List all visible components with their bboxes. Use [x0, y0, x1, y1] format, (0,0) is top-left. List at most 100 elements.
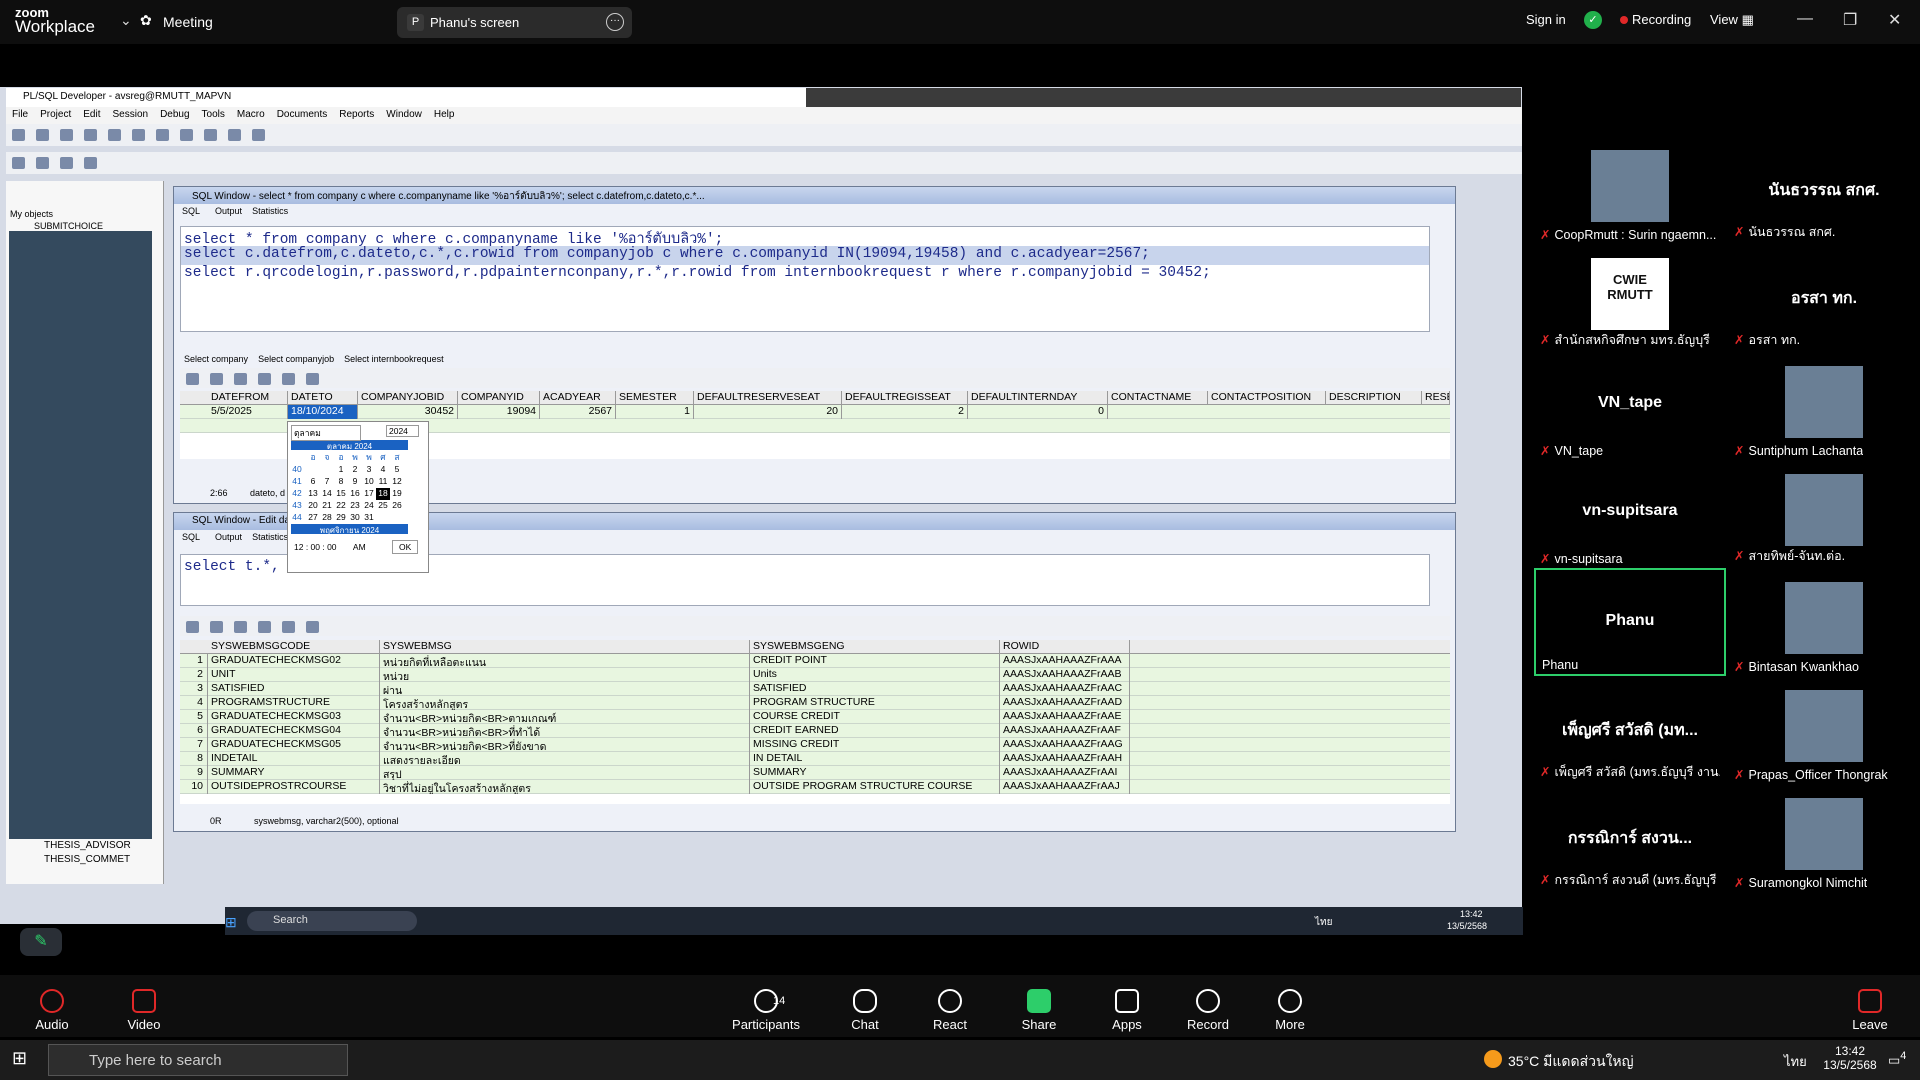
cell[interactable]: GRADUATECHECKMSG04: [208, 724, 380, 738]
find-icon[interactable]: [204, 129, 217, 141]
taskbar-lang[interactable]: ไทย: [1315, 915, 1332, 930]
view-button[interactable]: View ▦: [1710, 12, 1754, 28]
grid-menu-icon[interactable]: [186, 373, 199, 385]
calendar-day[interactable]: 15: [334, 488, 348, 500]
cell[interactable]: AAASJxAAHAAAZFrAAH: [1000, 752, 1130, 766]
col-header[interactable]: DEFAULTINTERNDAY: [968, 391, 1108, 405]
calendar-day[interactable]: 7: [320, 476, 334, 488]
result-tab[interactable]: Select company: [184, 354, 248, 364]
meeting-label[interactable]: Meeting: [163, 14, 213, 30]
menu-file[interactable]: File: [12, 109, 28, 120]
add-row-icon[interactable]: [234, 373, 247, 385]
calendar-day[interactable]: 10: [362, 476, 376, 488]
commit-icon[interactable]: [36, 157, 49, 169]
calendar-day[interactable]: [376, 512, 390, 524]
tab-output[interactable]: Output: [215, 532, 242, 542]
participant-tile[interactable]: ✗ สายทิพย์-จันท.ต่อ.: [1728, 460, 1920, 568]
menu-project[interactable]: Project: [40, 109, 71, 120]
audio-button[interactable]: Audio: [12, 975, 92, 1032]
export-icon[interactable]: [306, 373, 319, 385]
windows-start-icon[interactable]: ⊞: [12, 1048, 27, 1069]
cell[interactable]: AAASJxAAHAAAZFrAAE: [1000, 710, 1130, 724]
more-options-icon[interactable]: ···: [606, 13, 624, 31]
tab-sql[interactable]: SQL: [182, 206, 200, 216]
result-tab[interactable]: Select companyjob: [258, 354, 334, 364]
cell[interactable]: CREDIT POINT: [750, 654, 1000, 668]
cell[interactable]: UNIT: [208, 668, 380, 682]
menu-debug[interactable]: Debug: [160, 109, 189, 120]
cell-selected[interactable]: 18/10/2024: [288, 405, 358, 419]
help-icon[interactable]: [84, 157, 97, 169]
table-row[interactable]: 5 GRADUATECHECKMSG03 จำนวน<BR>หน่วยกิต<BR>…: [180, 710, 1450, 724]
calendar-day[interactable]: 6: [306, 476, 320, 488]
menu-edit[interactable]: Edit: [83, 109, 100, 120]
calendar-day[interactable]: 2: [348, 464, 362, 476]
cell[interactable]: MISSING CREDIT: [750, 738, 1000, 752]
calendar-day[interactable]: 18: [376, 488, 390, 500]
cell[interactable]: 30452: [358, 405, 458, 419]
cell[interactable]: PROGRAM STRUCTURE: [750, 696, 1000, 710]
col-header[interactable]: SEMESTER: [616, 391, 694, 405]
cell[interactable]: หน่วย: [380, 668, 750, 682]
cell[interactable]: GRADUATECHECKMSG05: [208, 738, 380, 752]
cell[interactable]: AAASJxAAHAAAZFrAAD: [1000, 696, 1130, 710]
cell[interactable]: 2567: [540, 405, 616, 419]
connect-icon[interactable]: [12, 157, 25, 169]
cell[interactable]: OUTSIDEPROSTRCOURSE: [208, 780, 380, 794]
cell[interactable]: COURSE CREDIT: [750, 710, 1000, 724]
calendar-day[interactable]: 3: [362, 464, 376, 476]
result-tab[interactable]: Select internbookrequest: [344, 354, 444, 364]
lock-icon[interactable]: [210, 373, 223, 385]
delete-row-icon[interactable]: [258, 621, 271, 633]
col-header[interactable]: COMPANYID: [458, 391, 540, 405]
menu-reports[interactable]: Reports: [339, 109, 374, 120]
menu-documents[interactable]: Documents: [277, 109, 328, 120]
annotate-pen-icon[interactable]: ✎: [20, 928, 62, 956]
participant-tile[interactable]: Phanu Phanu: [1534, 568, 1726, 676]
month-select[interactable]: ตุลาคม: [291, 425, 361, 441]
object-item[interactable]: SUBMITCHOICE: [6, 219, 163, 231]
participant-tile[interactable]: เพ็ญศรี สวัสดิ (มท... ✗ เพ็ญศรี สวัสดิ (มท…: [1534, 676, 1726, 784]
table-row[interactable]: 5/5/2025 18/10/2024 30452 19094 2567 1 2…: [180, 405, 1450, 419]
calendar-day[interactable]: 5: [390, 464, 404, 476]
restore-icon[interactable]: ❐: [1843, 10, 1857, 30]
print-icon[interactable]: [84, 129, 97, 141]
table-row[interactable]: 6 GRADUATECHECKMSG04 จำนวน<BR>หน่วยกิต<BR>…: [180, 724, 1450, 738]
taskbar-search[interactable]: Search: [247, 911, 417, 931]
cell[interactable]: วิชาที่ไม่อยู่ในโครงสร้างหลักสูตร: [380, 780, 750, 794]
cell[interactable]: CREDIT EARNED: [750, 724, 1000, 738]
object-item[interactable]: THESIS_ADVISOR: [44, 840, 131, 851]
cell[interactable]: AAASJxAAHAAAZFrAAF: [1000, 724, 1130, 738]
new-icon[interactable]: [12, 129, 25, 141]
cell[interactable]: 0: [968, 405, 1108, 419]
cell[interactable]: GRADUATECHECKMSG03: [208, 710, 380, 724]
cell[interactable]: แสดงรายละเอียด: [380, 752, 750, 766]
calendar-day[interactable]: 14: [320, 488, 334, 500]
ok-button[interactable]: OK: [392, 540, 419, 554]
video-button[interactable]: Video: [104, 975, 184, 1032]
calendar-day[interactable]: 12: [390, 476, 404, 488]
calendar-day[interactable]: 1: [334, 464, 348, 476]
chat-button[interactable]: Chat: [825, 975, 905, 1032]
cell[interactable]: AAASJxAAHAAAZFrAAG: [1000, 738, 1130, 752]
time-field[interactable]: 12 : 00 : 00: [294, 542, 337, 552]
cell[interactable]: 2: [842, 405, 968, 419]
calendar-day[interactable]: 31: [362, 512, 376, 524]
windows-start-icon[interactable]: ⊞: [225, 914, 237, 931]
cell[interactable]: Units: [750, 668, 1000, 682]
calendar-day[interactable]: 22: [334, 500, 348, 512]
participant-tile[interactable]: ✗ Bintasan Kwankhao: [1728, 568, 1920, 676]
cut-icon[interactable]: [132, 129, 145, 141]
table-row[interactable]: 1 GRADUATECHECKMSG02 หน่วยกิตที่เหลือตะแนน…: [180, 654, 1450, 668]
participant-tile[interactable]: นันธวรรณ สกศ. ✗ นันธวรรณ สกศ.: [1728, 136, 1920, 244]
recording-status[interactable]: Recording: [1620, 12, 1691, 27]
undo-icon[interactable]: [108, 129, 121, 141]
calendar-day[interactable]: 20: [306, 500, 320, 512]
table-row[interactable]: 4 PROGRAMSTRUCTURE โครงสร้างหลักสูตร PROGRA…: [180, 696, 1450, 710]
calendar-day[interactable]: 17: [362, 488, 376, 500]
col-header[interactable]: DESCRIPTION: [1326, 391, 1422, 405]
system-clock[interactable]: 13:42 13/5/2568: [1820, 1044, 1880, 1072]
participant-tile[interactable]: CWIE RMUTT ✗ สำนักสหกิจศึกษา มทร.ธัญบุรี: [1534, 244, 1726, 352]
participant-tile[interactable]: VN_tape ✗ VN_tape: [1534, 352, 1726, 460]
col-header[interactable]: DEFAULTRESERVESEAT: [694, 391, 842, 405]
